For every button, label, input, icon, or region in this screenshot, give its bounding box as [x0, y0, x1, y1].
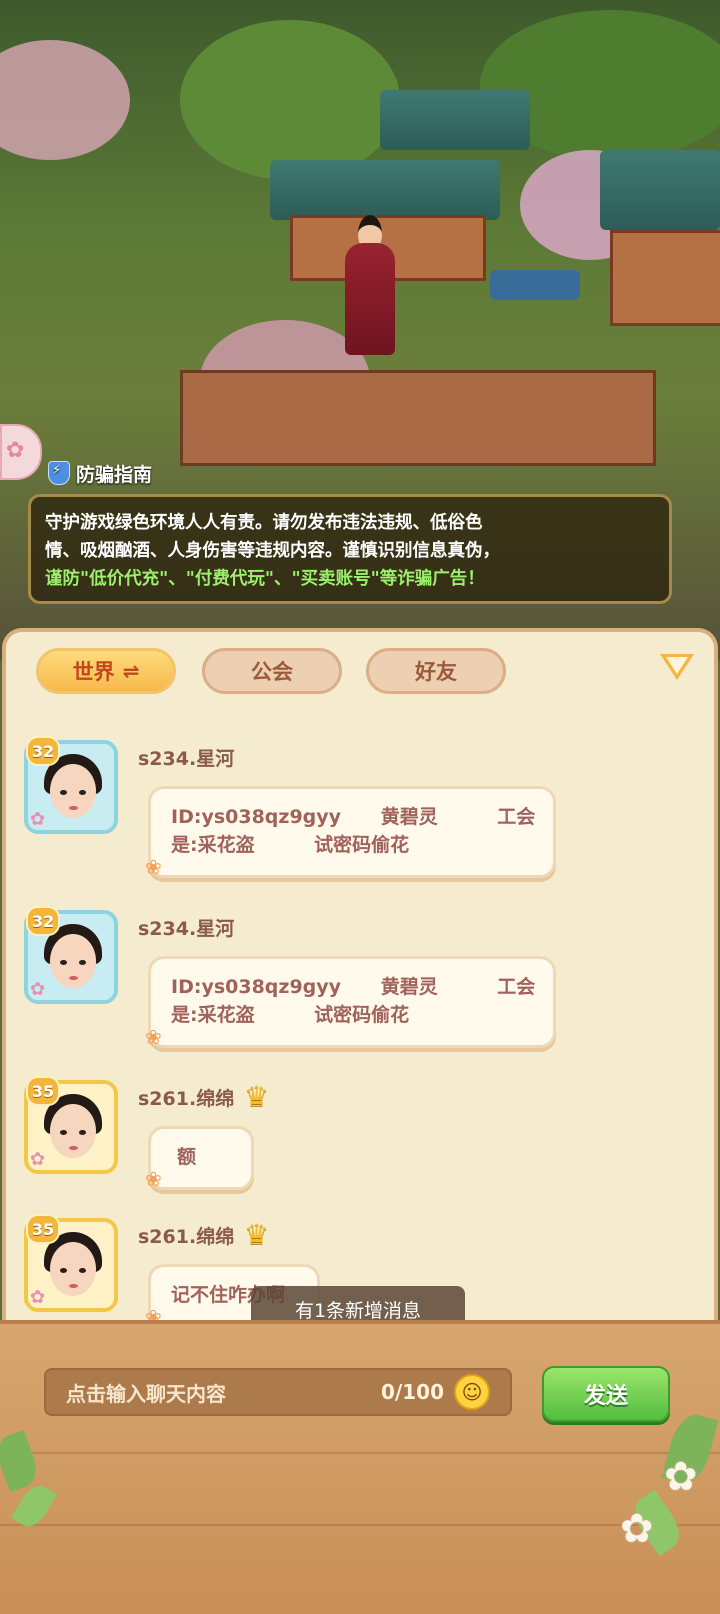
chat-input-bar: 点击输入聊天内容 0/100 ☺ 发送 ✿ ✿ — [0, 1320, 720, 1614]
anti-fraud-notice: 守护游戏绿色环境人人有责。请勿发布违法违规、低俗色 情、吸烟酗酒、人身伤害等违规… — [28, 494, 672, 604]
tab-friends[interactable]: 好友 — [366, 648, 506, 694]
flower-decoration-icon: ✿ — [30, 1287, 46, 1308]
message-text: ID:ys038qz9gyy 黄碧灵 工会 — [171, 806, 536, 828]
message-bubble[interactable]: ID:ys038qz9gyy 黄碧灵 工会 是:采花盗 试密码偷花 ❀ — [145, 786, 556, 879]
crown-icon: ♛ — [244, 1218, 270, 1251]
chat-input[interactable]: 点击输入聊天内容 0/100 ☺ — [44, 1368, 512, 1416]
leaf-decoration — [0, 1429, 43, 1493]
tab-world[interactable]: 世界 ⇌ — [36, 648, 176, 694]
flower-icon: ✿ — [6, 438, 25, 463]
level-badge: 32 — [26, 906, 60, 936]
level-badge: 32 — [26, 736, 60, 766]
message-bubble[interactable]: 额 ❀ — [145, 1126, 254, 1191]
message-bubble[interactable]: ID:ys038qz9gyy 黄碧灵 工会 是:采花盗 试密码偷花 ❀ — [145, 956, 556, 1049]
flower-decoration-icon: ✿ — [30, 1149, 46, 1170]
sender-name[interactable]: s261.绵绵 — [138, 1222, 234, 1249]
flower-decoration-icon: ❀ — [145, 1025, 162, 1049]
message-text: 是:采花盗 试密码偷花 — [171, 834, 410, 856]
sender-name[interactable]: s234.星河 — [138, 744, 234, 771]
chat-input-placeholder: 点击输入聊天内容 — [66, 1381, 226, 1406]
dropdown-icon[interactable] — [660, 654, 694, 680]
character-sprite[interactable] — [340, 215, 400, 355]
notice-title-text: 防骗指南 — [76, 463, 153, 486]
crown-icon: ♛ — [244, 1080, 270, 1113]
notice-title: 防骗指南 — [48, 458, 152, 488]
tab-guild-label: 公会 — [251, 660, 293, 684]
sender-name[interactable]: s261.绵绵 — [138, 1084, 234, 1111]
message-text: 是:采花盗 试密码偷花 — [171, 1004, 410, 1026]
swap-icon: ⇌ — [122, 659, 140, 683]
chat-message-list[interactable]: ✿ 32 s234.星河 ID:ys038qz9gyy 黄碧灵 工会 是:采花盗… — [6, 702, 714, 1330]
tab-world-label: 世界 — [72, 660, 115, 684]
notice-warning-line: 谨防"低价代充"、"付费代玩"、"买卖账号"等诈骗广告！ — [45, 569, 485, 589]
flower-decoration-icon: ✿ — [30, 809, 46, 830]
char-count: 0/100 — [381, 1380, 444, 1404]
sender-name[interactable]: s234.星河 — [138, 914, 234, 941]
notice-line: 情、吸烟酗酒、人身伤害等违规内容。谨慎识别信息真伪， — [45, 541, 500, 561]
flower-decoration-icon: ❀ — [145, 855, 162, 879]
notice-line: 守护游戏绿色环境人人有责。请勿发布违法违规、低俗色 — [45, 513, 483, 533]
flower-decoration-icon: ✿ — [30, 979, 46, 1000]
message-text: 额 — [177, 1146, 197, 1168]
channel-tabs: 世界 ⇌ 公会 好友 — [36, 648, 684, 696]
flower-decoration-icon: ❀ — [145, 1167, 162, 1191]
message-text: ID:ys038qz9gyy 黄碧灵 工会 — [171, 976, 536, 998]
daisy-icon: ✿ — [664, 1454, 698, 1500]
daisy-icon: ✿ — [620, 1506, 654, 1552]
tab-guild[interactable]: 公会 — [202, 648, 342, 694]
send-button[interactable]: 发送 — [542, 1366, 670, 1422]
tab-friends-label: 好友 — [415, 660, 457, 684]
level-badge: 35 — [26, 1076, 60, 1106]
emoji-icon[interactable]: ☺ — [454, 1374, 490, 1410]
level-badge: 35 — [26, 1214, 60, 1244]
shield-icon — [48, 461, 70, 485]
